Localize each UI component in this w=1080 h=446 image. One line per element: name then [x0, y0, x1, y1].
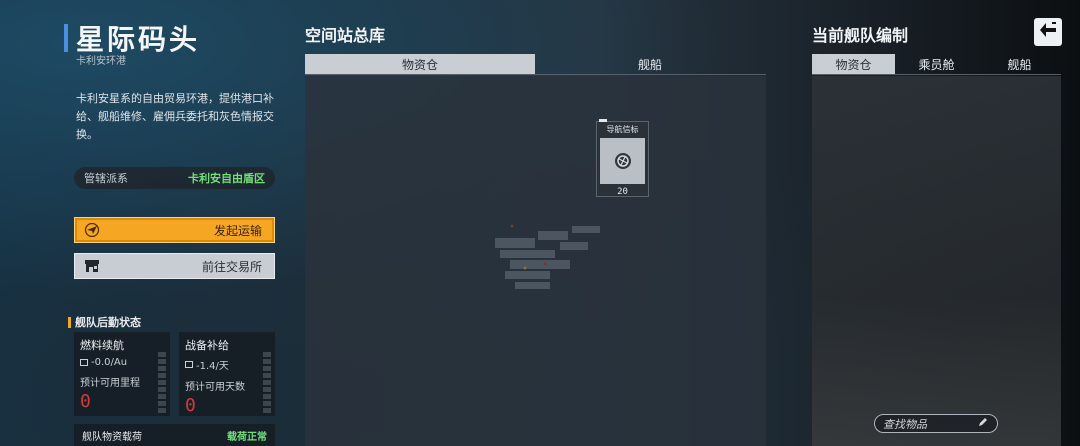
- supply-box-icon: [185, 361, 193, 368]
- supply-name: 战备补给: [185, 339, 229, 352]
- fuel-level-gauge: [158, 352, 166, 413]
- station-ship-hologram: [495, 224, 600, 289]
- tab-fleet-ships[interactable]: 舰船: [978, 54, 1061, 74]
- supply-level-gauge: [263, 352, 271, 413]
- supply-rate: -1.4/天: [196, 361, 229, 372]
- fuel-stat-card: 燃料续航 -0.0/Au 预计可用里程 0: [74, 332, 170, 416]
- supply-value: 0: [185, 395, 196, 416]
- title-accent-bar: [64, 24, 68, 52]
- faction-row: 管辖派系 卡利安自由盾区: [74, 167, 275, 189]
- heading-accent-mark: [68, 316, 71, 328]
- fuel-gauge-icon: [80, 359, 88, 366]
- supply-stat-card: 战备补给 -1.4/天 预计可用天数 0: [179, 332, 275, 416]
- fleet-load-status: 载荷正常: [227, 432, 267, 443]
- search-items-input[interactable]: 查找物品: [874, 414, 998, 433]
- cargo-item-nav-beacon[interactable]: 导航信标 20: [596, 119, 649, 197]
- tab-fleet-cargo[interactable]: 物资仓: [812, 54, 895, 74]
- supply-rate-row: -1.4/天: [185, 357, 269, 372]
- tab-station-ships[interactable]: 舰船: [535, 54, 765, 74]
- item-quantity: 20: [617, 187, 628, 197]
- fuel-name: 燃料续航: [80, 339, 124, 352]
- go-to-exchange-label: 前往交易所: [201, 259, 262, 274]
- item-name: 导航信标: [606, 125, 639, 134]
- fuel-rate: -0.0/Au: [91, 357, 128, 368]
- back-button[interactable]: [1034, 18, 1062, 46]
- port-description: 卡利安星系的自由贸易环港，提供港口补给、舰船维修、雇佣兵委托和灰色情报交换。: [76, 92, 274, 141]
- fleet-tabs: 物资仓 乘员舱 舰船: [812, 54, 1061, 75]
- port-info-panel: 星际码头 卡利安环港 卡利安星系的自由贸易环港，提供港口补给、舰船维修、雇佣兵委…: [0, 0, 290, 446]
- go-to-exchange-button[interactable]: 前往交易所: [74, 253, 275, 279]
- supply-estimate-label: 预计可用天数: [185, 382, 245, 393]
- fuel-rate-row: -0.0/Au: [80, 357, 164, 368]
- fuel-value: 0: [80, 391, 91, 412]
- shop-icon: [83, 258, 101, 274]
- start-transport-button[interactable]: 发起运输: [74, 217, 275, 243]
- fleet-title: 当前舰队编制: [812, 26, 909, 45]
- fleet-cargo-grid[interactable]: [812, 76, 1061, 446]
- station-tabs: 物资仓 舰船: [305, 54, 766, 75]
- port-subtitle: 卡利安环港: [76, 56, 126, 67]
- fleet-load-row: 舰队物资载荷 载荷正常: [74, 424, 275, 446]
- fleet-status-heading: 舰队后勤状态: [68, 314, 141, 330]
- nav-beacon-icon: [600, 138, 645, 184]
- station-storage-title: 空间站总库: [305, 26, 386, 45]
- back-arrow-icon: [1038, 21, 1058, 43]
- item-card-notch: [599, 119, 607, 122]
- tab-station-cargo[interactable]: 物资仓: [305, 54, 535, 74]
- pencil-icon: [977, 416, 989, 431]
- fuel-estimate-label: 预计可用里程: [80, 378, 140, 389]
- fleet-panel: 当前舰队编制 物资仓 乘员舱 舰船 查找物品: [812, 0, 1080, 446]
- paper-plane-icon: [83, 222, 101, 238]
- station-cargo-grid[interactable]: [305, 76, 766, 446]
- fleet-status-title: 舰队后勤状态: [75, 316, 141, 329]
- search-placeholder: 查找物品: [883, 417, 927, 431]
- fleet-load-label: 舰队物资载荷: [82, 432, 142, 443]
- faction-label: 管辖派系: [84, 172, 128, 185]
- tab-fleet-crew[interactable]: 乘员舱: [895, 54, 978, 74]
- faction-value: 卡利安自由盾区: [188, 172, 265, 185]
- start-transport-label: 发起运输: [213, 223, 262, 238]
